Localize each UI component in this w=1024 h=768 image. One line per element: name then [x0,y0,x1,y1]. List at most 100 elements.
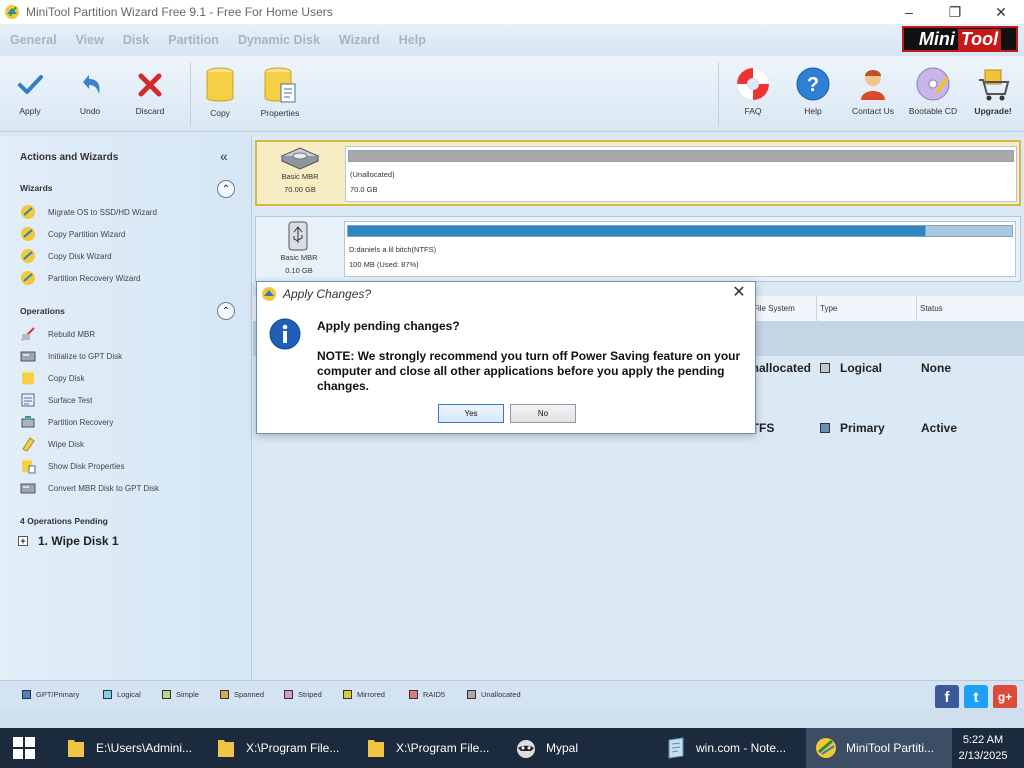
help-button[interactable]: ? Help [783,67,843,116]
disk-map-row[interactable]: Basic MBR 70.00 GB (Unallocated) 70.0 GB [255,140,1021,206]
partition-usage-bar [347,225,1013,237]
collapse-panel-icon[interactable]: « [220,148,228,164]
taskbar-item-notepad[interactable]: win.com - Note... [656,728,802,768]
wizard-icon [21,227,35,241]
no-button[interactable]: No [510,404,576,423]
sidebar-item-initialize-gpt[interactable]: Initialize to GPT Disk [20,348,122,364]
dialog-close-icon[interactable]: ✕ [731,285,747,301]
taskbar-item-mypal[interactable]: Mypal [506,728,652,768]
wizard-icon [21,249,35,263]
legend-swatch [162,690,171,699]
undo-button[interactable]: Undo [60,70,120,116]
sidebar-item-label: Partition Recovery [48,417,114,427]
partition-block[interactable]: (Unallocated) 70.0 GB [345,146,1017,202]
bootable-cd-label: Bootable CD [908,106,958,116]
legend-label: Unallocated [481,690,521,699]
status-strip [0,708,1024,728]
windows-logo-icon [13,737,35,759]
undo-label: Undo [79,106,101,116]
sidebar-item-convert-mbr-to-gpt[interactable]: Convert MBR Disk to GPT Disk [20,480,159,496]
apply-button[interactable]: Apply [0,70,60,116]
table-cell-status[interactable]: None [921,361,951,375]
taskbar-item-explorer-users[interactable]: E:\Users\Admini... [56,728,202,768]
partition-block[interactable]: D:daniels a lil bitch(NTFS) 100 MB (Used… [344,221,1016,277]
copy-button[interactable]: Copy [190,67,250,118]
properties-label: Properties [260,108,300,118]
menu-wizard[interactable]: Wizard [339,33,380,47]
menu-view[interactable]: View [76,33,104,47]
taskbar-item-explorer-program-files-1[interactable]: X:\Program File... [206,728,352,768]
table-cell-type[interactable]: Logical [820,361,882,375]
expand-plus-icon[interactable]: + [18,536,28,546]
discard-button[interactable]: Discard [120,70,180,116]
clock-date: 2/13/2025 [958,750,1008,762]
menu-dynamic-disk[interactable]: Dynamic Disk [238,33,320,47]
panel-header: Actions and Wizards [20,152,119,163]
menu-disk[interactable]: Disk [123,33,149,47]
dialog-title-bar[interactable]: Apply Changes? [257,282,755,306]
minimize-button[interactable]: – [886,0,932,24]
wizard-icon [21,271,35,285]
bootable-cd-button[interactable]: Bootable CD [903,67,963,116]
yes-button[interactable]: Yes [438,404,504,423]
maximize-button[interactable]: ❐ [932,0,978,24]
legend-item: Mirrored [343,690,385,699]
svg-text:?: ? [807,74,819,96]
partition-recovery-icon [21,416,35,428]
sidebar-item-partition-recovery-wizard[interactable]: Partition Recovery Wizard [20,270,140,286]
apply-label: Apply [19,106,41,116]
sidebar-item-label: Copy Partition Wizard [48,229,126,239]
system-clock[interactable]: 5:22 AM 2/13/2025 [948,732,1018,764]
disk-map-row[interactable]: Basic MBR 0.10 GB D:daniels a lil bitch(… [255,216,1021,282]
sidebar-item-copy-disk-wizard[interactable]: Copy Disk Wizard [20,248,112,264]
menu-general[interactable]: General [10,33,57,47]
logo-text-left: Mini [918,28,955,49]
column-header-type[interactable]: Type [820,304,837,313]
minitool-app-icon [262,287,276,301]
sidebar-item-label: Show Disk Properties [48,461,125,471]
upgrade-button[interactable]: Upgrade! [963,69,1023,116]
legend-label: Spanned [234,690,265,699]
twitter-icon[interactable]: t [964,685,988,709]
sidebar-item-rebuild-mbr[interactable]: Rebuild MBR [20,326,95,342]
disk-label: Basic MBR 0.10 GB [258,219,340,277]
column-divider [816,296,817,322]
support-person-icon [861,70,885,100]
taskbar-item-minitool[interactable]: MiniTool Partiti... [806,728,952,768]
faq-button[interactable]: FAQ [723,68,783,116]
menu-partition[interactable]: Partition [168,33,219,47]
taskbar-item-explorer-program-files-2[interactable]: X:\Program File... [356,728,502,768]
type-swatch [820,363,830,373]
column-header-status[interactable]: Status [920,304,943,313]
wizards-collapse-toggle[interactable]: ⌃ [217,180,235,198]
taskbar-item-label: MiniTool Partiti... [846,741,935,755]
table-cell-type[interactable]: Primary [820,421,885,435]
disk-type: Basic MBR [281,172,319,181]
sidebar-item-migrate-os[interactable]: Migrate OS to SSD/HD Wizard [20,204,157,220]
legend-item: Unallocated [467,690,521,699]
surface-test-icon [21,393,35,407]
menu-bar: General View Disk Partition Dynamic Disk… [0,24,1024,56]
disk-label: Basic MBR 70.00 GB [259,144,341,202]
sidebar-item-copy-partition-wizard[interactable]: Copy Partition Wizard [20,226,125,242]
properties-button[interactable]: Properties [250,67,310,118]
start-button[interactable] [0,728,48,768]
checkmark-icon [18,75,43,94]
table-cell-status[interactable]: Active [921,421,957,435]
google-plus-icon[interactable]: g+ [993,685,1017,709]
upgrade-label: Upgrade! [974,106,1012,116]
pending-operation-item[interactable]: + 1. Wipe Disk 1 [18,534,119,548]
type-label: Logical [840,361,883,375]
sidebar-item-show-disk-properties[interactable]: Show Disk Properties [20,458,124,474]
menu-help[interactable]: Help [399,33,426,47]
legend-swatch [284,690,293,699]
sidebar-item-copy-disk[interactable]: Copy Disk [20,370,84,386]
sidebar-item-partition-recovery[interactable]: Partition Recovery [20,414,113,430]
contact-us-button[interactable]: Contact Us [843,70,903,116]
operations-collapse-toggle[interactable]: ⌃ [217,302,235,320]
sidebar-item-surface-test[interactable]: Surface Test [20,392,92,408]
column-header-file-system[interactable]: File System [753,304,795,313]
sidebar-item-wipe-disk[interactable]: Wipe Disk [20,436,84,452]
facebook-icon[interactable]: f [935,685,959,709]
close-button[interactable]: ✕ [978,0,1024,24]
